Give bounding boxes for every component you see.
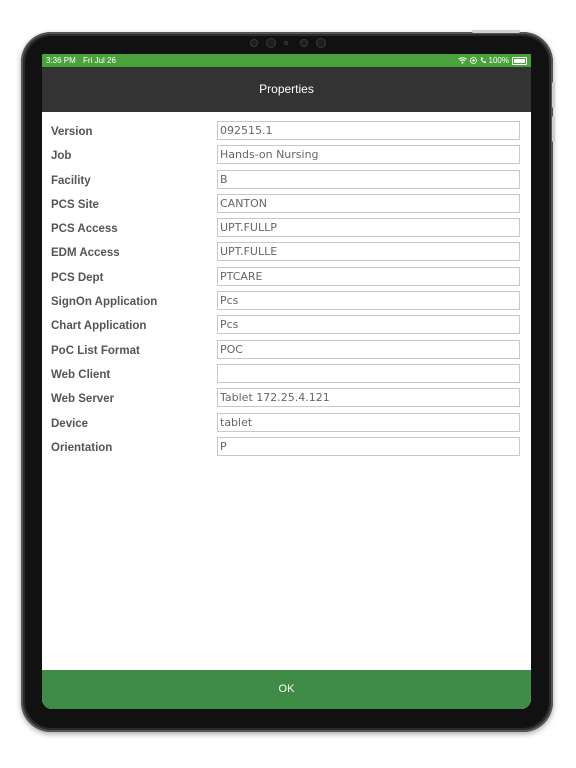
property-label: Orientation xyxy=(51,441,113,454)
property-row: PCS Access UPT.FULLP xyxy=(42,218,531,242)
sensor-icon xyxy=(250,39,258,47)
power-button xyxy=(472,30,520,33)
battery-icon xyxy=(512,56,527,65)
property-value-field[interactable] xyxy=(217,363,520,383)
phone-icon xyxy=(480,57,486,64)
property-value-field[interactable]: UPT.FULLE xyxy=(217,242,520,262)
sensor-icon xyxy=(300,39,308,47)
property-row: Web Server Tablet 172.25.4.121 xyxy=(42,388,531,412)
property-label: PoC List Format xyxy=(51,344,140,357)
battery-percent: 100% xyxy=(488,56,509,65)
property-label: Web Server xyxy=(51,393,115,406)
property-label: Device xyxy=(51,417,89,430)
status-date: Fri Jul 26 xyxy=(83,56,116,65)
page-title: Properties xyxy=(259,82,314,96)
property-row: Orientation P xyxy=(42,436,531,461)
property-value-field[interactable]: UPT.FULLP xyxy=(217,218,520,238)
property-row: Chart Application Pcs xyxy=(42,315,531,339)
property-row: SignOn Application Pcs xyxy=(42,291,531,315)
property-label: Chart Application xyxy=(51,320,147,333)
property-row: Device tablet xyxy=(42,412,531,437)
volume-up-button xyxy=(552,82,555,108)
property-row: Facility B xyxy=(42,169,531,194)
property-value-field[interactable]: Tablet 172.25.4.121 xyxy=(217,388,520,408)
property-value-field[interactable]: Pcs xyxy=(217,315,520,335)
property-row: Job Hands-on Nursing xyxy=(42,145,531,169)
property-row: Version 092515.1 xyxy=(42,121,531,145)
volume-down-button xyxy=(552,116,555,142)
status-bar: 3:36 PM Fri Jul 26 100% xyxy=(42,54,531,67)
property-row: Web Client xyxy=(42,363,531,388)
status-time: 3:36 PM xyxy=(46,56,76,65)
property-label: Facility xyxy=(51,174,91,187)
property-row: PCS Dept PTCARE xyxy=(42,266,531,291)
property-label: PCS Access xyxy=(51,223,118,236)
app-screen: 3:36 PM Fri Jul 26 100% Properties Versi… xyxy=(42,54,531,709)
property-value-field[interactable]: CANTON xyxy=(217,193,520,213)
property-label: Job xyxy=(51,150,72,163)
property-row: PCS Site CANTON xyxy=(42,193,531,218)
property-label: Web Client xyxy=(51,368,111,381)
camera-housing xyxy=(248,38,328,48)
property-label: SignOn Application xyxy=(51,296,158,309)
property-value-field[interactable]: B xyxy=(217,169,520,189)
property-row: EDM Access UPT.FULLE xyxy=(42,242,531,266)
property-value-field[interactable]: POC xyxy=(217,339,520,359)
property-value-field[interactable]: Pcs xyxy=(217,291,520,311)
status-right: 100% xyxy=(457,54,527,67)
wifi-icon xyxy=(457,57,467,64)
property-label: PCS Dept xyxy=(51,271,104,284)
property-label: EDM Access xyxy=(51,247,120,260)
properties-list: Version 092515.1 Job Hands-on Nursing Facili… xyxy=(42,121,531,461)
property-value-field[interactable]: tablet xyxy=(217,412,520,432)
property-value-field[interactable]: PTCARE xyxy=(217,266,520,286)
property-label: PCS Site xyxy=(51,198,99,211)
nav-bar: Properties xyxy=(42,67,531,112)
location-icon xyxy=(469,57,477,64)
property-row: PoC List Format POC xyxy=(42,339,531,364)
camera-icon xyxy=(316,38,326,48)
sensor-icon xyxy=(284,41,288,45)
status-left: 3:36 PM Fri Jul 26 xyxy=(46,54,121,67)
camera-icon xyxy=(266,38,276,48)
property-label: Version xyxy=(51,126,93,138)
ok-button[interactable]: OK xyxy=(42,670,531,709)
property-value-field[interactable]: P xyxy=(217,436,520,456)
property-value-field[interactable]: Hands-on Nursing xyxy=(217,145,520,165)
property-value-field[interactable]: 092515.1 xyxy=(217,121,520,140)
